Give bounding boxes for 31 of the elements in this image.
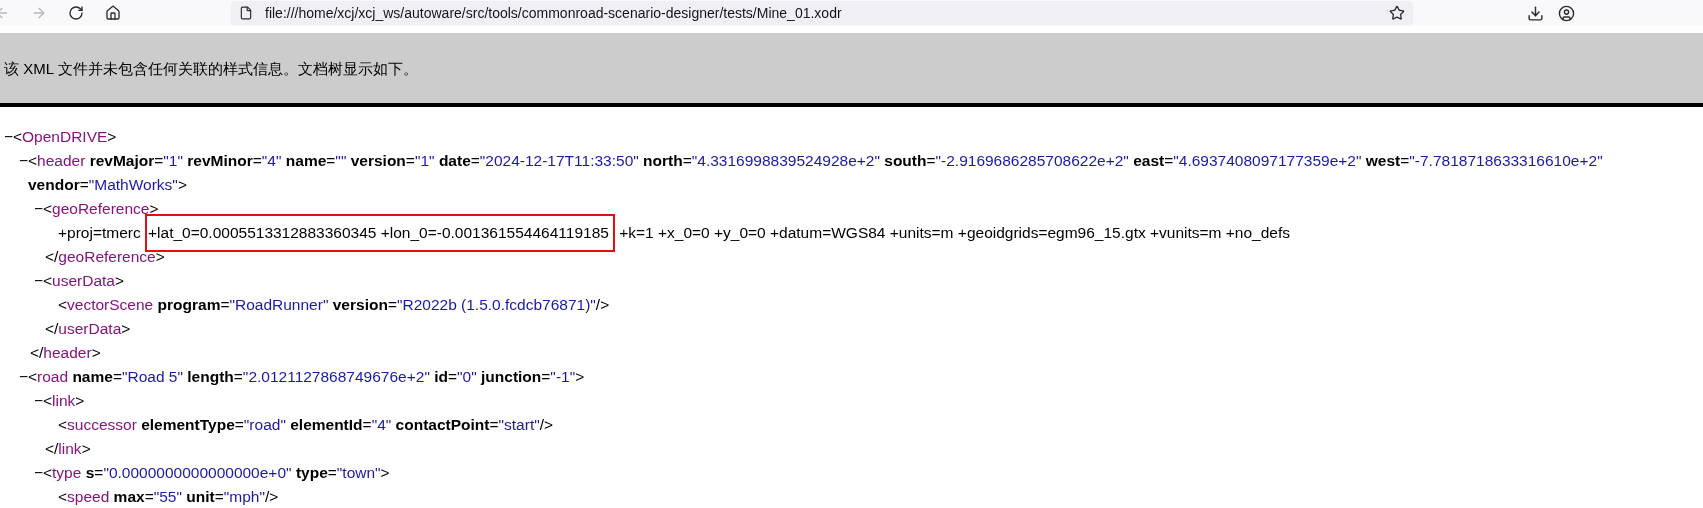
url-text: file:///home/xcj/xcj_ws/autoware/src/tools/commonroad-scenario-designer/tests/Mine_01.xodr bbox=[265, 3, 842, 23]
reload-icon[interactable] bbox=[66, 3, 86, 23]
collapse-toggle[interactable]: − bbox=[34, 464, 44, 481]
download-icon[interactable] bbox=[1527, 4, 1544, 22]
xml-start-tag: <type s="0.0000000000000000e+0" type="town"> bbox=[43, 461, 390, 485]
collapse-toggle[interactable]: − bbox=[34, 272, 44, 289]
collapse-toggle[interactable]: − bbox=[19, 368, 29, 385]
xml-start-tag: <successor elementType="road" elementId="4" contactPoint="start"/> bbox=[58, 413, 554, 437]
bookmark-star-icon[interactable] bbox=[1389, 5, 1405, 21]
xml-end-tag: </link> bbox=[45, 437, 91, 461]
xml-start-tag: <userData> bbox=[43, 269, 125, 293]
collapse-toggle[interactable]: − bbox=[19, 152, 29, 169]
text-content: +k=1 +x_0=0 +y_0=0 +datum=WGS84 +units=m +geoidgrids=egm96_15.gtx +vunits=m +no_defs bbox=[618, 224, 1291, 241]
collapse-toggle[interactable]: − bbox=[34, 200, 44, 217]
file-icon bbox=[239, 6, 253, 20]
address-bar[interactable]: file:///home/xcj/xcj_ws/autoware/src/tools/commonroad-scenario-designer/tests/Mine_01.xodr bbox=[231, 1, 1413, 25]
notice-text: 该 XML 文件并未包含任何关联的样式信息。文档树显示如下。 bbox=[4, 58, 418, 79]
home-icon[interactable] bbox=[103, 3, 123, 23]
highlighted-text: +lat_0=0.0005513312883360345 +lon_0=-0.001361554464119185 bbox=[145, 214, 615, 252]
xml-start-tag: <header revMajor="1" revMinor="4" name="" version="1" date="2024-12-17T11:33:50" north="4.3316998839524928e+2" south="-2.9169686285708622e+2" east="4.6937408097177359e+2" west="-7.7818718633316610e+2" vendor="MathWorks"> bbox=[28, 149, 1703, 197]
xml-end-tag: </header> bbox=[30, 341, 101, 365]
text-content: +proj=tmerc bbox=[58, 224, 142, 241]
account-icon[interactable] bbox=[1558, 4, 1575, 22]
xml-start-tag: <link> bbox=[43, 389, 85, 413]
xml-start-tag: <OpenDRIVE> bbox=[13, 125, 117, 149]
collapse-toggle[interactable]: − bbox=[4, 128, 14, 145]
xml-start-tag: <road name="Road 5" length="2.0121127868749676e+2" id="0" junction="-1"> bbox=[28, 365, 585, 389]
collapse-toggle[interactable]: − bbox=[34, 392, 44, 409]
xml-start-tag: <vectorScene program="RoadRunner" version="R2022b (1.5.0.fcdcb76871)"/> bbox=[58, 293, 610, 317]
xml-end-tag: </userData> bbox=[45, 317, 131, 341]
xml-start-tag: <speed max="55" unit="mph"/> bbox=[58, 485, 279, 508]
